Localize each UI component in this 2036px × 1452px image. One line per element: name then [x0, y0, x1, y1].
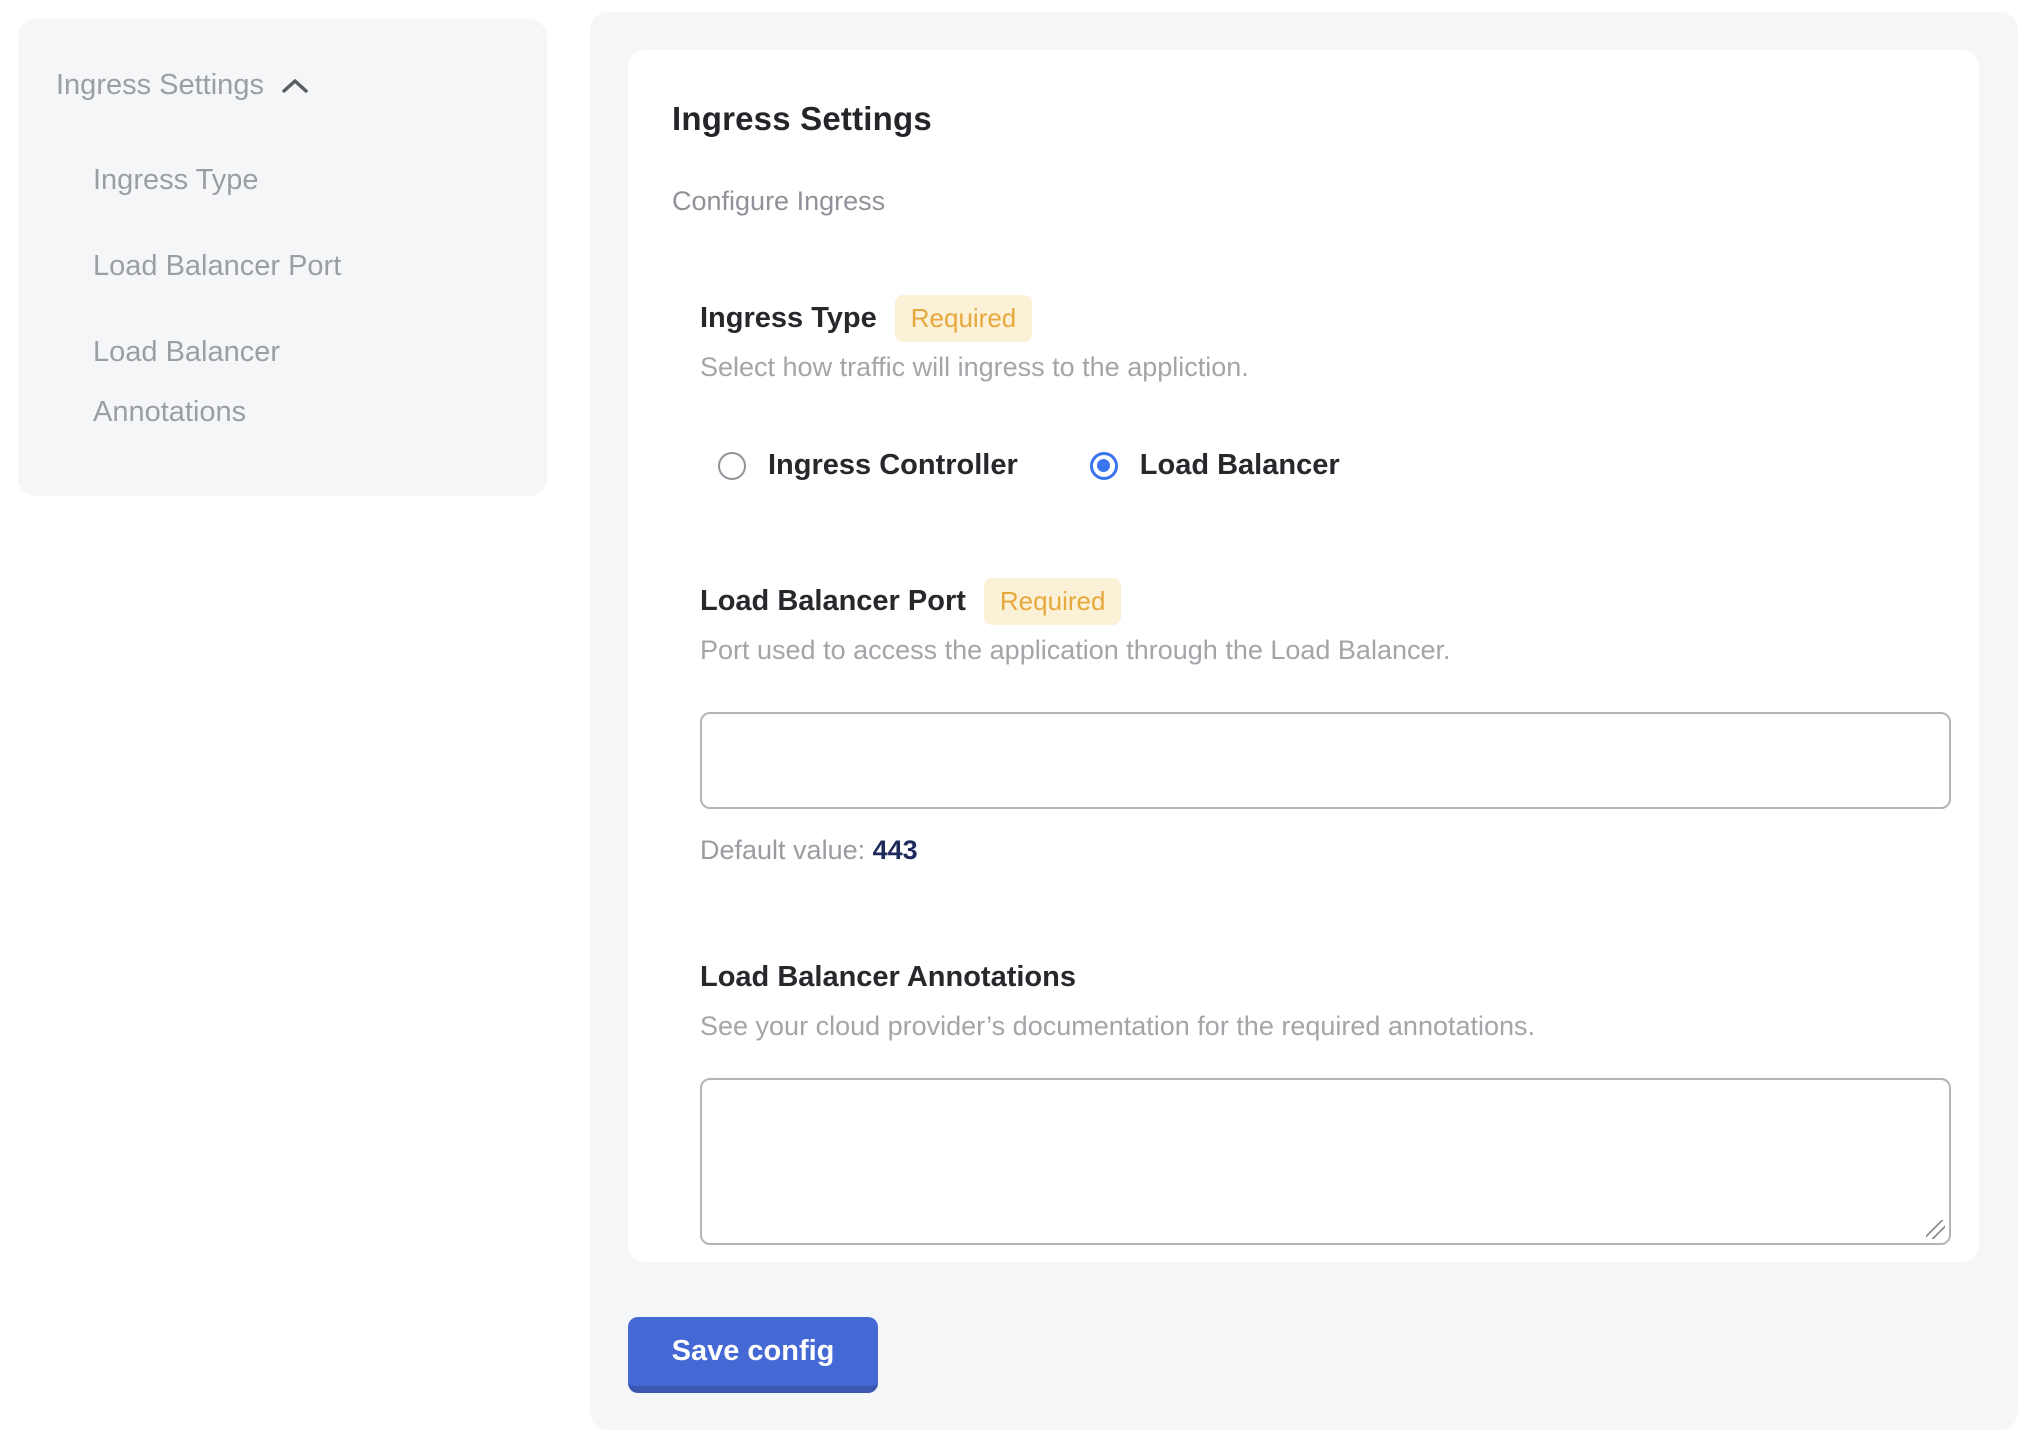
resize-handle-icon[interactable]	[1926, 1220, 1945, 1239]
sidebar-item-load-balancer-port[interactable]: Load Balancer Port	[93, 236, 428, 296]
ingress-settings-card: Ingress Settings Configure Ingress Ingre…	[628, 50, 1979, 1262]
chevron-up-icon	[280, 76, 310, 96]
radio-label: Load Balancer	[1140, 449, 1340, 482]
radio-load-balancer[interactable]: Load Balancer	[1090, 449, 1340, 482]
form-sections: Ingress Type Required Select how traffic…	[700, 295, 1951, 1245]
annotations-textarea-wrap	[700, 1078, 1951, 1245]
section-title-load-balancer-annotations: Load Balancer Annotations	[700, 961, 1076, 994]
radio-circle-icon[interactable]	[1090, 452, 1118, 480]
page-title: Ingress Settings	[672, 100, 1951, 138]
section-ingress-type: Ingress Type Required Select how traffic…	[700, 295, 1951, 482]
section-load-balancer-annotations: Load Balancer Annotations See your cloud…	[700, 954, 1951, 1245]
sidebar: Ingress Settings Ingress Type Load Balan…	[18, 19, 547, 496]
section-description-ingress-type: Select how traffic will ingress to the a…	[700, 352, 1951, 383]
sidebar-item-load-balancer-annotations[interactable]: Load Balancer Annotations	[93, 322, 428, 442]
section-description-load-balancer-annotations: See your cloud provider’s documentation …	[700, 1011, 1951, 1042]
section-load-balancer-port: Load Balancer Port Required Port used to…	[700, 578, 1951, 866]
sidebar-header-label: Ingress Settings	[56, 69, 264, 102]
required-badge: Required	[984, 578, 1122, 625]
sidebar-header-ingress-settings[interactable]: Ingress Settings	[56, 69, 547, 102]
load-balancer-port-input[interactable]	[700, 712, 1951, 809]
default-value-label: Default value:	[700, 835, 865, 865]
default-value-line: Default value: 443	[700, 835, 1951, 866]
section-description-load-balancer-port: Port used to access the application thro…	[700, 635, 1951, 666]
sidebar-item-ingress-type[interactable]: Ingress Type	[93, 150, 428, 210]
ingress-type-radio-group: Ingress Controller Load Balancer	[718, 449, 1951, 482]
section-title-row: Load Balancer Port Required	[700, 578, 1951, 625]
main-panel: Ingress Settings Configure Ingress Ingre…	[590, 12, 2018, 1430]
required-badge: Required	[895, 295, 1033, 342]
radio-ingress-controller[interactable]: Ingress Controller	[718, 449, 1018, 482]
section-title-load-balancer-port: Load Balancer Port	[700, 585, 966, 618]
save-config-button[interactable]: Save config	[628, 1317, 878, 1393]
sidebar-nav: Ingress Type Load Balancer Port Load Bal…	[93, 150, 547, 442]
page-subtitle: Configure Ingress	[672, 186, 1951, 217]
radio-label: Ingress Controller	[768, 449, 1018, 482]
section-title-row: Load Balancer Annotations	[700, 954, 1951, 1001]
default-value-number: 443	[873, 835, 918, 865]
section-title-ingress-type: Ingress Type	[700, 302, 877, 335]
section-title-row: Ingress Type Required	[700, 295, 1951, 342]
load-balancer-annotations-textarea[interactable]	[700, 1078, 1951, 1245]
radio-circle-icon[interactable]	[718, 452, 746, 480]
